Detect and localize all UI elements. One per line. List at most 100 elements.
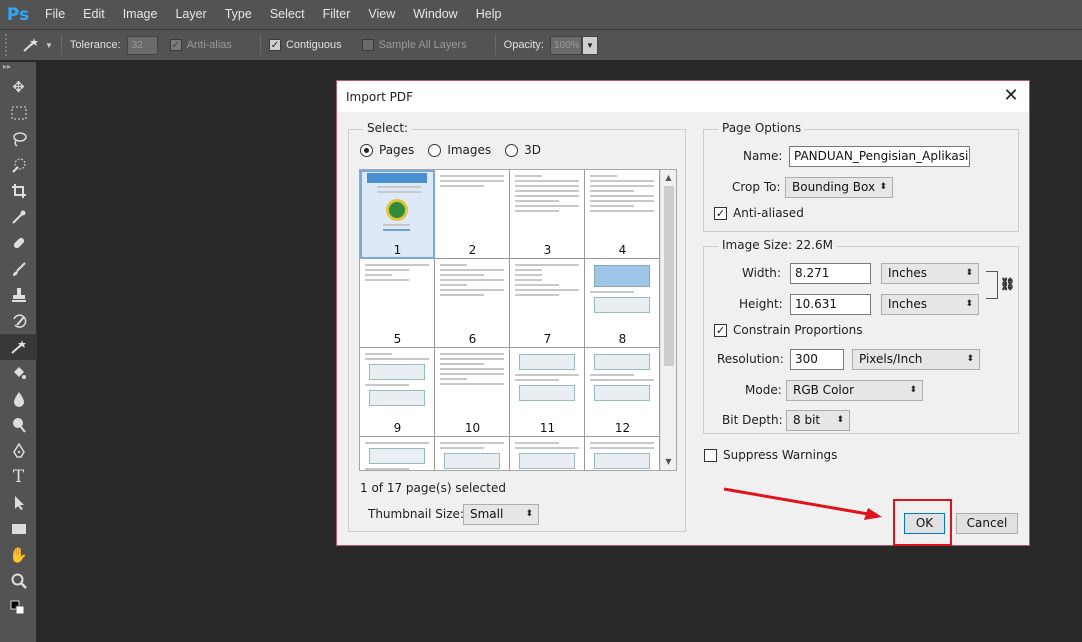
radio-3d[interactable]: 3D (505, 143, 541, 157)
hand-tool-icon[interactable]: ✋ (0, 542, 37, 568)
select-radio-row: Pages Images 3D (360, 143, 555, 157)
chevron-down-icon: ▼ (45, 40, 53, 50)
height-unit-select[interactable]: Inches ⬍ (881, 294, 979, 315)
height-input[interactable]: 10.631 (790, 294, 871, 315)
bit-depth-select[interactable]: 8 bit ⬍ (786, 410, 850, 431)
width-label: Width: (742, 266, 781, 280)
crop-tool-icon[interactable] (0, 178, 37, 204)
page-thumbnail[interactable]: 10 (435, 348, 510, 437)
menu-image[interactable]: Image (114, 0, 167, 29)
name-input[interactable]: PANDUAN_Pengisian_Aplikasi GIS (789, 146, 970, 167)
annotation-arrow (723, 487, 882, 520)
scrollbar-thumb[interactable] (664, 186, 674, 366)
blur-tool-icon[interactable] (0, 386, 37, 412)
page-thumbnail[interactable]: 3 (510, 170, 585, 259)
dodge-tool-icon[interactable] (0, 412, 37, 438)
page-thumbnail[interactable]: 5 (360, 259, 435, 348)
page-thumbnail[interactable]: 15 (510, 437, 585, 470)
page-thumbnail[interactable]: 9 (360, 348, 435, 437)
sample-all-layers-checkbox[interactable]: Sample All Layers (361, 39, 473, 51)
options-grip[interactable] (5, 34, 13, 56)
page-preview (363, 261, 431, 329)
thumbnail-scrollbar[interactable]: ▲ ▼ (660, 170, 676, 470)
radio-images[interactable]: Images (428, 143, 491, 157)
move-tool-icon[interactable]: ✥ (0, 74, 37, 100)
page-thumbnail[interactable]: 7 (510, 259, 585, 348)
tools-panel: ▸▸ ✥ T ✋ (0, 62, 37, 642)
zoom-tool-icon[interactable] (0, 568, 37, 594)
scroll-down-icon[interactable]: ▼ (661, 454, 676, 470)
page-thumbnail-list[interactable]: 1 2 3 4 5 6 7 8 9 10 11 12 ▲ ▼ (359, 169, 677, 471)
paint-bucket-tool-icon[interactable] (0, 360, 37, 386)
crop-to-select[interactable]: Bounding Box ⬍ (785, 177, 893, 198)
page-thumbnail[interactable]: 16 (585, 437, 660, 470)
page-thumbnail[interactable]: 12 (585, 348, 660, 437)
resolution-input[interactable]: 300 (790, 349, 844, 370)
antialias-checkbox[interactable]: ✓ Anti-alias (169, 39, 238, 51)
bit-depth-value: 8 bit (793, 413, 821, 427)
page-thumbnail[interactable]: 8 (585, 259, 660, 348)
pen-tool-icon[interactable] (0, 438, 37, 464)
history-brush-tool-icon[interactable] (0, 308, 37, 334)
cancel-button[interactable]: Cancel (956, 513, 1018, 534)
clone-stamp-tool-icon[interactable] (0, 282, 37, 308)
opacity-input[interactable]: 100% (550, 35, 582, 55)
menu-window[interactable]: Window (404, 0, 466, 29)
close-icon[interactable]: ✕ (1001, 86, 1021, 106)
width-input[interactable]: 8.271 (790, 263, 871, 284)
radio-pages[interactable]: Pages (360, 143, 414, 157)
page-thumbnail[interactable]: 13 (360, 437, 435, 470)
quick-selection-tool-icon[interactable] (0, 152, 37, 178)
rectangle-tool-icon[interactable] (0, 516, 37, 542)
constrain-proportions-checkbox[interactable]: ✓ Constrain Proportions (714, 323, 863, 337)
menu-filter[interactable]: Filter (314, 0, 360, 29)
radio-images-label: Images (447, 143, 492, 157)
healing-brush-tool-icon[interactable] (0, 230, 37, 256)
updown-arrows-icon: ⬍ (836, 415, 844, 425)
dialog-title-bar[interactable]: Import PDF ✕ (337, 81, 1029, 112)
eyedropper-tool-icon[interactable] (0, 204, 37, 230)
menu-layer[interactable]: Layer (166, 0, 215, 29)
menu-help[interactable]: Help (467, 0, 511, 29)
magic-wand-tool-icon[interactable] (0, 334, 37, 360)
thumbnail-size-select[interactable]: Small ⬍ (463, 504, 539, 525)
page-thumbnail[interactable]: 14 (435, 437, 510, 470)
opacity-dropdown-button[interactable]: ▼ (582, 35, 598, 55)
menu-file[interactable]: File (36, 0, 74, 29)
page-thumbnail[interactable]: 4 (585, 170, 660, 259)
updown-arrows-icon: ⬍ (966, 354, 974, 364)
anti-aliased-checkbox[interactable]: ✓ Anti-aliased (714, 206, 804, 220)
panel-grip-icon[interactable]: ▸▸ (0, 62, 36, 74)
contiguous-checkbox[interactable]: ✓ Contiguous (268, 39, 348, 51)
mode-select[interactable]: RGB Color ⬍ (786, 380, 923, 401)
page-thumbnail[interactable]: 6 (435, 259, 510, 348)
color-swatches-icon[interactable] (0, 594, 37, 620)
sample-all-layers-label: Sample All Layers (378, 39, 467, 51)
crop-to-value: Bounding Box (792, 180, 876, 194)
radio-icon (428, 143, 442, 157)
radio-selected-icon (360, 143, 373, 157)
brush-tool-icon[interactable] (0, 256, 37, 282)
scroll-up-icon[interactable]: ▲ (661, 170, 676, 186)
menu-view[interactable]: View (359, 0, 404, 29)
width-unit-select[interactable]: Inches ⬍ (881, 263, 979, 284)
page-thumbnail[interactable]: 11 (510, 348, 585, 437)
link-icon[interactable]: ⛓ (1000, 277, 1015, 291)
page-thumbnail[interactable]: 1 (360, 170, 435, 259)
tolerance-input[interactable]: 32 (126, 35, 158, 55)
menu-edit[interactable]: Edit (74, 0, 114, 29)
radio-pages-label: Pages (379, 143, 415, 157)
type-tool-icon[interactable]: T (0, 464, 37, 490)
height-unit-value: Inches (888, 297, 927, 311)
suppress-warnings-checkbox[interactable]: Suppress Warnings (704, 448, 837, 462)
page-thumbnail[interactable]: 2 (435, 170, 510, 259)
menu-type[interactable]: Type (216, 0, 261, 29)
menu-select[interactable]: Select (261, 0, 314, 29)
page-preview (513, 439, 581, 470)
tool-preset-picker[interactable]: ▼ (21, 37, 53, 53)
marquee-tool-icon[interactable] (0, 100, 37, 126)
resolution-unit-select[interactable]: Pixels/Inch ⬍ (852, 349, 980, 370)
path-selection-tool-icon[interactable] (0, 490, 37, 516)
lasso-tool-icon[interactable] (0, 126, 37, 152)
page-preview (438, 350, 506, 418)
